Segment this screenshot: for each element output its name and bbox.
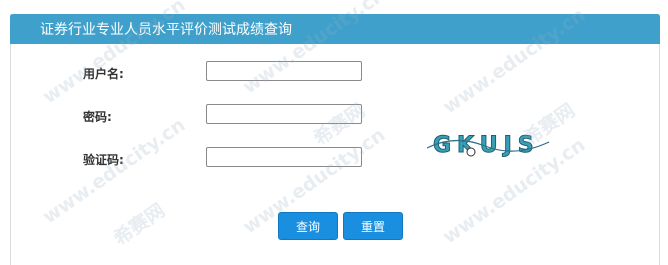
reset-button-label: 重置 [360,219,385,234]
password-input[interactable] [206,104,362,124]
captcha-image[interactable]: GKUJS [425,128,551,159]
captcha-text: GKUJS [433,133,540,158]
reset-button[interactable]: 重置 [343,212,403,240]
password-label: 密码: [83,110,112,124]
panel-header: 证券行业专业人员水平评价测试成绩查询 [10,14,660,44]
username-label: 用户名: [83,67,124,81]
cursor-pointer-icon [466,147,476,157]
query-button-label: 查询 [295,219,320,234]
captcha-label: 验证码: [83,153,124,167]
page-title: 证券行业专业人员水平评价测试成绩查询 [40,22,292,38]
query-button[interactable]: 查询 [278,212,338,240]
captcha-input[interactable] [206,147,362,167]
username-input[interactable] [206,61,362,81]
